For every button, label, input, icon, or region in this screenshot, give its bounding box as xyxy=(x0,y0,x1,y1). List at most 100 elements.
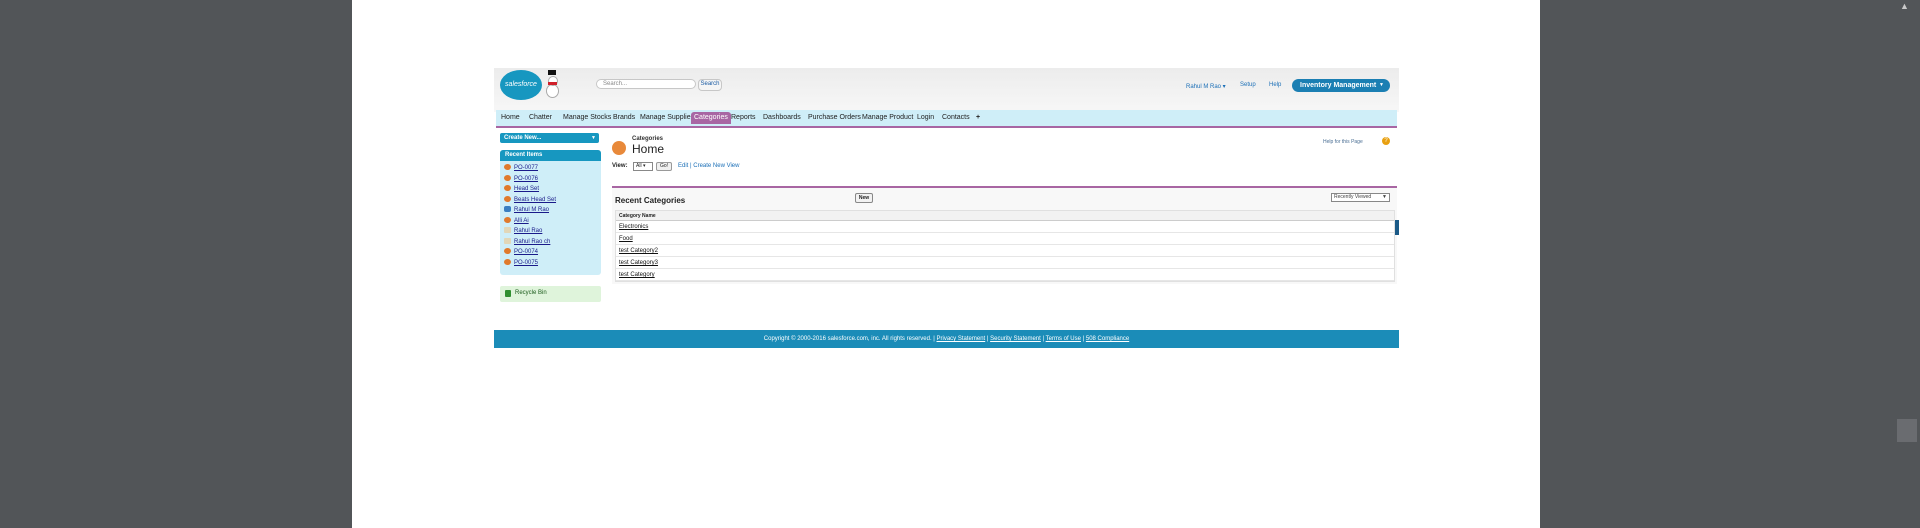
tab-categories[interactable]: Categories xyxy=(691,112,731,124)
recent-item[interactable]: Rahul M Rao xyxy=(504,206,549,214)
table-row: Electronics xyxy=(616,222,1394,233)
terms-of-use-link[interactable]: Terms of Use xyxy=(1046,336,1081,342)
recent-item-link[interactable]: Alli Ai xyxy=(514,218,529,224)
contact-icon xyxy=(504,237,511,244)
recent-item-link[interactable]: Rahul Rao ch xyxy=(514,239,550,245)
privacy-statement-link[interactable]: Privacy Statement xyxy=(937,336,986,342)
tab-brands[interactable]: Brands xyxy=(610,112,638,124)
recently-viewed-select[interactable]: Recently Viewed ▼ xyxy=(1331,193,1390,202)
column-header-category-name[interactable]: Category Name xyxy=(616,211,1394,221)
recent-item[interactable]: Head Set xyxy=(504,185,539,193)
categories-table: Category Name Electronics Food test Cate… xyxy=(615,210,1395,282)
recent-item[interactable]: PO-0076 xyxy=(504,174,538,183)
category-link[interactable]: test Category xyxy=(619,272,655,278)
user-menu[interactable]: Rahul M Rao ▾ xyxy=(1186,83,1226,90)
table-row: test Category2 xyxy=(616,246,1394,257)
chevron-down-icon: ▼ xyxy=(1379,82,1384,88)
category-link[interactable]: Food xyxy=(619,236,633,242)
logo-text: salesforce xyxy=(505,81,537,88)
create-new-label: Create New... xyxy=(504,135,542,141)
recent-item[interactable]: Rahul Rao xyxy=(504,227,542,235)
tab-dashboards[interactable]: Dashboards xyxy=(760,112,804,124)
order-icon xyxy=(504,248,511,255)
category-link[interactable]: test Category3 xyxy=(619,260,658,266)
tab-purchase-orders[interactable]: Purchase Orders xyxy=(805,112,864,124)
search-button[interactable]: Search xyxy=(698,79,722,91)
chevron-down-icon: ▼ xyxy=(1382,194,1387,200)
category-icon xyxy=(612,141,626,155)
salesforce-logo[interactable]: salesforce xyxy=(500,70,542,100)
recent-item-link[interactable]: Head Set xyxy=(514,186,539,192)
header-bar: salesforce Search... Search Rahul M Rao … xyxy=(494,68,1399,112)
recent-item-link[interactable]: Rahul Rao xyxy=(514,228,542,234)
snowman-icon xyxy=(546,70,559,98)
recent-item-link[interactable]: Rahul M Rao xyxy=(514,207,549,213)
help-link[interactable]: Help xyxy=(1269,82,1281,88)
content-area: Create New... ▼ Recent Items PO-0077 PO-0… xyxy=(496,128,1399,330)
order-icon xyxy=(504,174,511,181)
category-link[interactable]: test Category2 xyxy=(619,248,658,254)
footer: Copyright © 2000-2016 salesforce.com, in… xyxy=(494,330,1399,348)
recent-item-link[interactable]: Beats Head Set xyxy=(514,197,556,203)
contact-icon xyxy=(504,227,511,234)
table-row: test Category3 xyxy=(616,258,1394,269)
tab-bar: Home Chatter Manage Stocks Brands Manage… xyxy=(496,110,1397,128)
vertical-scrollbar[interactable]: ▲ xyxy=(1896,0,1920,528)
chevron-down-icon: ▼ xyxy=(591,135,596,141)
recent-item[interactable]: PO-0075 xyxy=(504,258,538,267)
copyright-text: Copyright © 2000-2016 salesforce.com, in… xyxy=(763,336,935,342)
app-menu-button[interactable]: Inventory Management ▼ xyxy=(1292,79,1390,92)
product-icon xyxy=(504,185,511,192)
table-row: Food xyxy=(616,234,1394,245)
category-link[interactable]: Electronics xyxy=(619,224,648,230)
sidebar-toggle-handle[interactable] xyxy=(1395,220,1399,235)
recent-item[interactable]: Rahul Rao ch xyxy=(504,237,550,246)
page-title: Home xyxy=(632,142,665,156)
order-icon xyxy=(504,164,511,171)
salesforce-frame: salesforce Search... Search Rahul M Rao … xyxy=(494,68,1399,348)
recent-item[interactable]: PO-0077 xyxy=(504,164,538,172)
tab-manage-stocks[interactable]: Manage Stocks xyxy=(560,112,614,124)
recent-item-link[interactable]: PO-0076 xyxy=(514,176,538,182)
help-icon[interactable]: ? xyxy=(1382,137,1390,145)
scrollbar-thumb[interactable] xyxy=(1897,419,1917,442)
recent-item-link[interactable]: PO-0074 xyxy=(514,249,538,255)
security-statement-link[interactable]: Security Statement xyxy=(990,336,1041,342)
tab-login[interactable]: Login xyxy=(914,112,937,124)
product-icon xyxy=(504,195,511,202)
recent-item[interactable]: Beats Head Set xyxy=(504,195,556,204)
view-select[interactable]: All ▾ xyxy=(633,162,653,171)
tab-chatter[interactable]: Chatter xyxy=(526,112,555,124)
setup-link[interactable]: Setup xyxy=(1240,82,1256,88)
app-menu-label: Inventory Management xyxy=(1300,82,1377,89)
order-icon xyxy=(504,216,511,223)
recent-item[interactable]: Alli Ai xyxy=(504,216,529,225)
recent-items-panel: Recent Items PO-0077 PO-0076 Head Set Be… xyxy=(500,150,601,275)
help-for-page-link[interactable]: Help for this Page xyxy=(1323,139,1363,145)
recycle-bin-link[interactable]: Recycle Bin xyxy=(500,286,601,302)
recently-viewed-label: Recently Viewed xyxy=(1334,194,1372,200)
add-tab-button[interactable]: + xyxy=(973,112,983,124)
tab-home[interactable]: Home xyxy=(498,112,523,124)
order-icon xyxy=(504,258,511,265)
compliance-508-link[interactable]: 508 Compliance xyxy=(1086,336,1129,342)
view-label: View: xyxy=(612,163,628,169)
tab-manage-product[interactable]: Manage Product xyxy=(859,112,916,124)
trash-icon xyxy=(505,290,511,297)
tab-reports[interactable]: Reports xyxy=(728,112,759,124)
scroll-up-arrow-icon[interactable]: ▲ xyxy=(1900,2,1909,11)
recent-item-link[interactable]: PO-0077 xyxy=(514,165,538,171)
recent-item-link[interactable]: PO-0075 xyxy=(514,260,538,266)
search-input[interactable]: Search... xyxy=(596,79,696,89)
create-new-button[interactable]: Create New... ▼ xyxy=(500,133,599,143)
recent-categories-title: Recent Categories xyxy=(615,196,686,205)
new-button[interactable]: New xyxy=(855,193,873,203)
user-icon xyxy=(504,206,511,213)
recent-categories-panel: Recent Categories New Recently Viewed ▼ C… xyxy=(612,186,1397,284)
recent-item[interactable]: PO-0074 xyxy=(504,248,538,256)
tab-contacts[interactable]: Contacts xyxy=(939,112,973,124)
recycle-bin-label: Recycle Bin xyxy=(515,290,547,296)
view-links[interactable]: Edit | Create New View xyxy=(678,163,739,169)
go-button[interactable]: Go! xyxy=(656,162,672,171)
table-row: test Category xyxy=(616,270,1394,281)
